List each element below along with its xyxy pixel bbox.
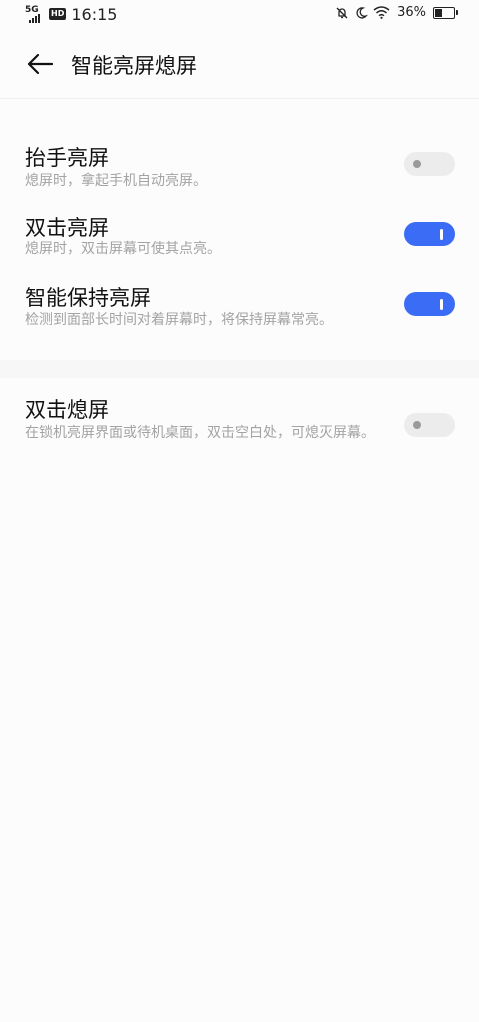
status-left: 5G HD 16:15 (25, 4, 117, 24)
do-not-disturb-moon-icon (356, 6, 369, 19)
hd-badge: HD (49, 8, 67, 20)
signal-5g-icon: 5G (25, 4, 45, 24)
setting-label: 智能保持亮屏 (25, 286, 151, 310)
battery-percent: 36% (397, 5, 426, 20)
battery-icon (433, 6, 458, 19)
toggle-switch[interactable] (404, 292, 455, 316)
setting-description: 熄屏时，双击屏幕可使其点亮。 (25, 241, 221, 257)
setting-label: 抬手亮屏 (25, 146, 109, 170)
toggle-switch[interactable] (404, 413, 455, 437)
setting-label: 双击亮屏 (25, 216, 109, 240)
wifi-icon (373, 6, 390, 19)
setting-row-raise-to-wake[interactable]: 抬手亮屏 熄屏时，拿起手机自动亮屏。 (0, 130, 479, 195)
setting-description: 检测到面部长时间对着屏幕时，将保持屏幕常亮。 (25, 312, 333, 328)
toggle-switch[interactable] (404, 152, 455, 176)
setting-row-double-tap-wake[interactable]: 双击亮屏 熄屏时，双击屏幕可使其点亮。 (0, 200, 479, 265)
setting-description: 熄屏时，拿起手机自动亮屏。 (25, 173, 207, 189)
mute-icon (336, 7, 348, 18)
status-bar: 5G HD 16:15 36% (0, 0, 479, 30)
status-time: 16:15 (71, 4, 118, 24)
back-arrow-icon[interactable] (26, 52, 54, 76)
setting-row-smart-stay-awake[interactable]: 智能保持亮屏 检测到面部长时间对着屏幕时，将保持屏幕常亮。 (0, 270, 479, 340)
setting-description: 在锁机亮屏界面或待机桌面，双击空白处，可熄灭屏幕。 (25, 425, 375, 441)
setting-label: 双击熄屏 (25, 398, 109, 422)
setting-row-double-tap-sleep[interactable]: 双击熄屏 在锁机亮屏界面或待机桌面，双击空白处，可熄灭屏幕。 (0, 382, 479, 472)
toggle-switch[interactable] (404, 222, 455, 246)
page-title: 智能亮屏熄屏 (71, 54, 197, 78)
top-app-bar: 智能亮屏熄屏 (0, 30, 479, 99)
status-right: 36% (335, 5, 458, 20)
section-divider (0, 360, 479, 378)
